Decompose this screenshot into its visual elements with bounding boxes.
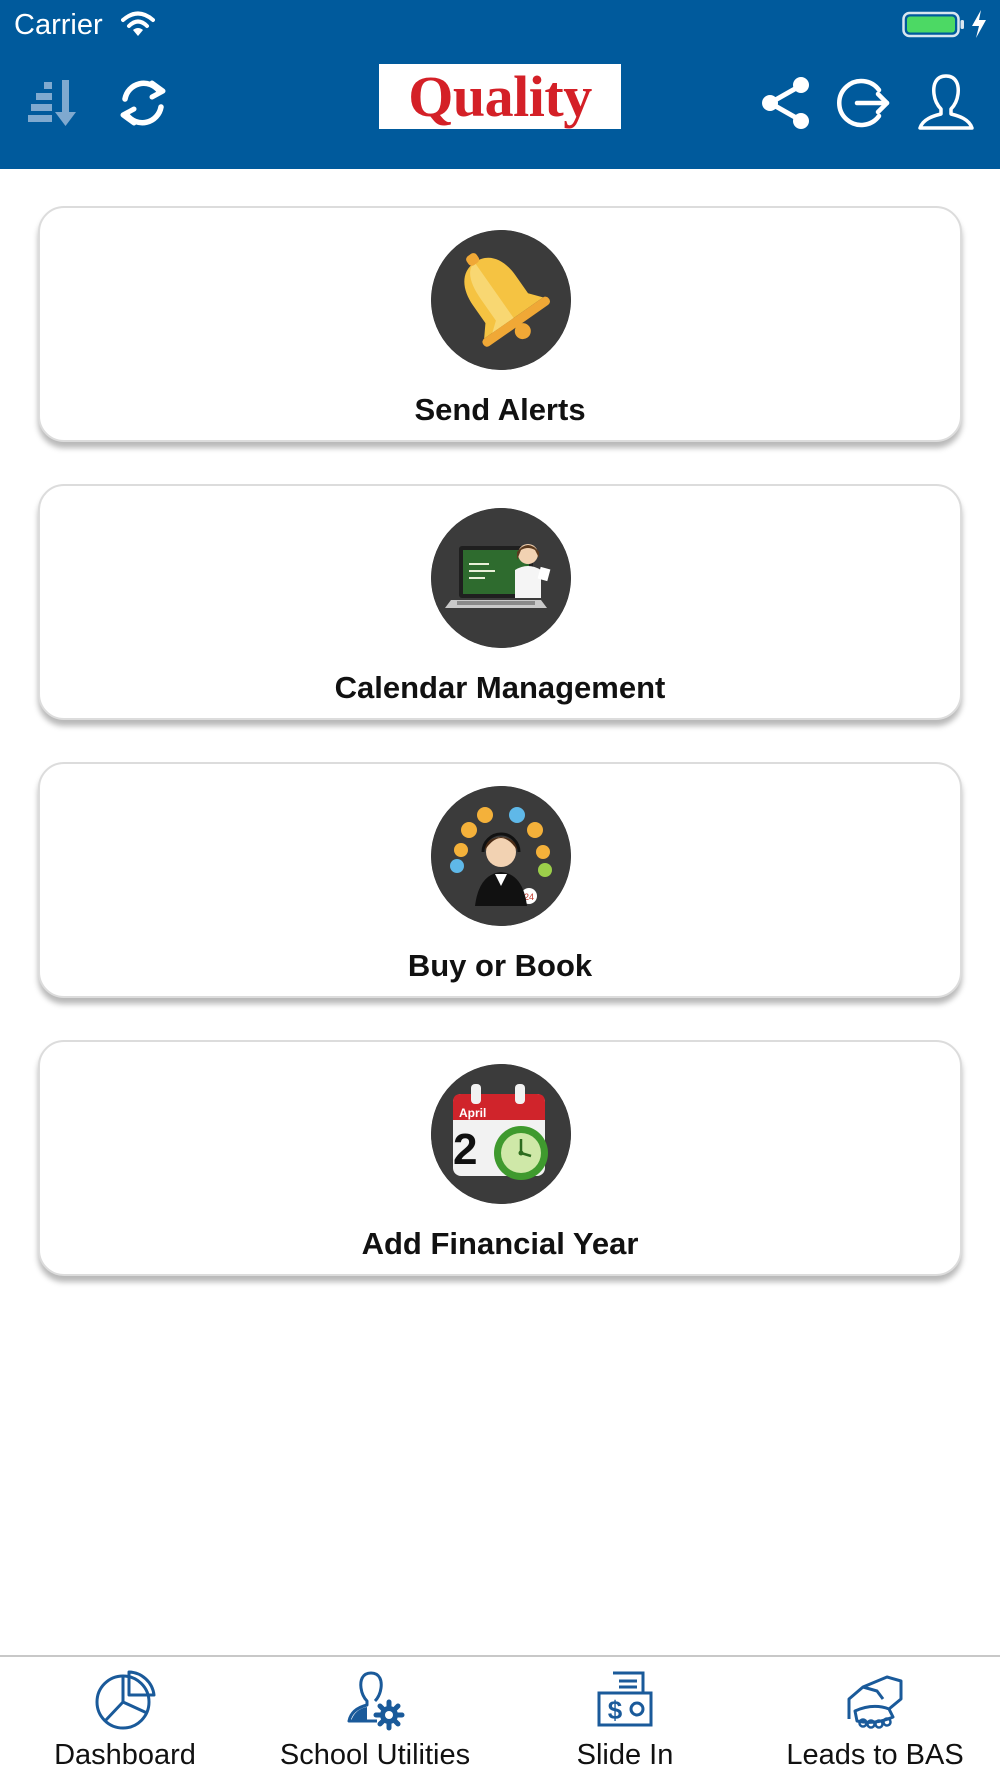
- battery-charging-icon: [902, 10, 966, 45]
- card-label: Calendar Management: [334, 670, 666, 705]
- calendar-day-text: 2: [453, 1125, 477, 1174]
- user-profile-icon[interactable]: [915, 72, 977, 134]
- card-label: Add Financial Year: [361, 1226, 639, 1261]
- pie-chart-icon: [93, 1669, 157, 1731]
- tab-label: School Utilities: [279, 1739, 471, 1771]
- send-alerts-card[interactable]: Send Alerts: [38, 206, 962, 442]
- charging-bolt-icon: [970, 9, 988, 44]
- brand-logo: Quality: [379, 64, 621, 129]
- tab-label: Dashboard: [54, 1739, 196, 1771]
- card-label: Buy or Book: [407, 948, 593, 983]
- online-education-icon: [431, 508, 571, 648]
- tab-slide-in[interactable]: $ Slide In: [500, 1657, 750, 1778]
- logout-icon[interactable]: [835, 72, 897, 134]
- top-app-bar: Carrier Quality: [0, 0, 1000, 169]
- add-financial-year-card[interactable]: April 2 Add Financial Year: [38, 1040, 962, 1276]
- bell-icon: [431, 230, 571, 370]
- user-settings-icon: [343, 1669, 407, 1731]
- tab-dashboard[interactable]: Dashboard: [0, 1657, 250, 1778]
- calendar-management-card[interactable]: Calendar Management: [38, 484, 962, 720]
- share-icon[interactable]: [755, 72, 817, 134]
- card-label: Send Alerts: [414, 392, 586, 427]
- sort-descending-icon[interactable]: [26, 72, 88, 134]
- bottom-tab-bar: Dashboard School Utilities $ Slide In Le…: [0, 1655, 1000, 1778]
- customer-support-icon: 24: [431, 786, 571, 926]
- receipt-dollar-icon: $: [593, 1669, 657, 1731]
- brand-logo-text: Quality: [408, 63, 592, 129]
- tab-label: Slide In: [576, 1739, 674, 1771]
- calendar-month-text: April: [459, 1106, 486, 1120]
- tab-leads-to-bas[interactable]: Leads to BAS: [750, 1657, 1000, 1778]
- buy-or-book-card[interactable]: 24 Buy or Book: [38, 762, 962, 998]
- status-carrier: Carrier: [14, 9, 103, 41]
- refresh-icon[interactable]: [112, 72, 174, 134]
- wifi-icon: [121, 10, 155, 43]
- handshake-icon: [843, 1669, 907, 1731]
- tab-label: Leads to BAS: [786, 1739, 964, 1771]
- calendar-clock-icon: April 2: [431, 1064, 571, 1204]
- svg-text:$: $: [608, 1695, 623, 1725]
- tab-school-utilities[interactable]: School Utilities: [250, 1657, 500, 1778]
